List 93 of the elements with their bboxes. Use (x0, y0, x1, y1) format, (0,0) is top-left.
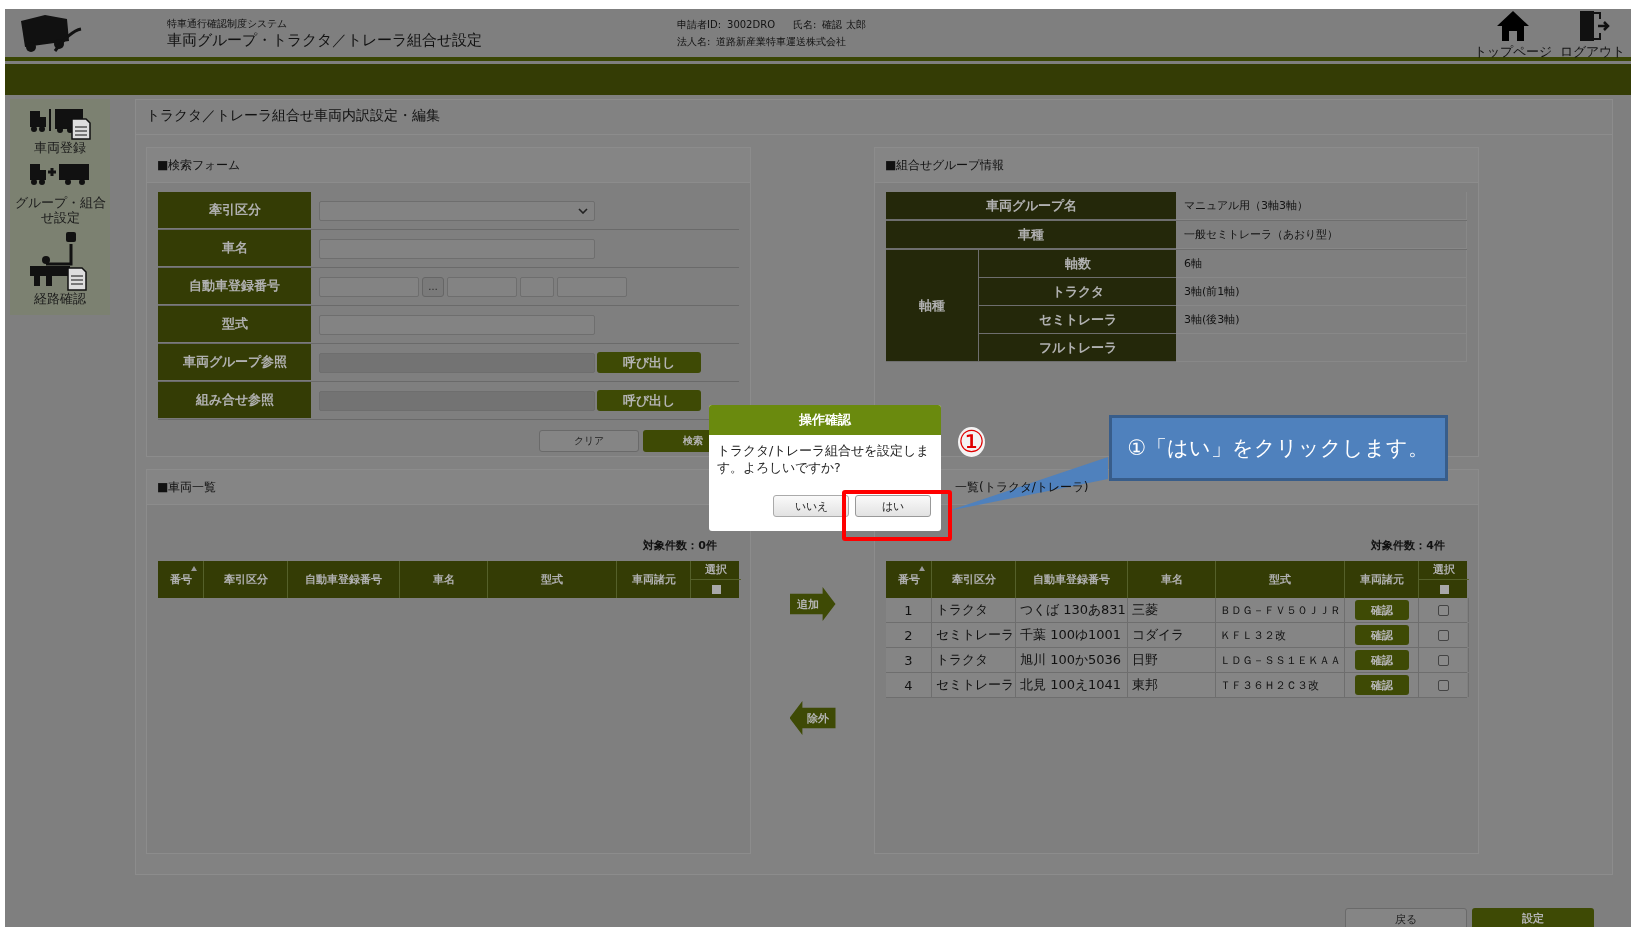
section-title: ■車両一覧 (157, 480, 217, 494)
field-label: 自動車登録番号 (158, 268, 311, 305)
back-button[interactable]: 戻る (1345, 908, 1467, 927)
remove-arrow-button[interactable]: 除外 (789, 701, 836, 735)
column-header: 番号 (158, 561, 204, 598)
table-cell: トラクタ (932, 598, 1016, 622)
row-checkbox[interactable] (1438, 654, 1449, 666)
info-value: 6軸 (1176, 250, 1467, 278)
row-checkbox[interactable] (1438, 679, 1449, 691)
table-cell: コダイラ (1128, 623, 1216, 647)
ellipsis-button[interactable]: … (422, 276, 444, 297)
add-arrow-button[interactable]: 追加 (789, 587, 836, 621)
clear-button[interactable]: クリア (539, 430, 639, 452)
table-cell: つくば 130あ831 (1016, 598, 1128, 622)
confirm-button[interactable]: 確認 (1354, 600, 1409, 620)
page-title: 車両グループ・トラクタ／トレーラ組合せ設定 (167, 30, 482, 50)
confirm-button[interactable]: 確認 (1354, 625, 1409, 645)
sort-arrow-icon (191, 566, 197, 571)
confirm-button[interactable]: 確認 (1354, 675, 1409, 695)
info-label: セミトレーラ (979, 306, 1176, 334)
no-button[interactable]: いいえ (773, 495, 849, 517)
applicant-id: 3002DRO (727, 18, 775, 30)
column-header: 牽引区分 (204, 561, 288, 598)
table-cell: 4 (886, 673, 932, 697)
home-icon (1496, 9, 1530, 43)
yes-button[interactable]: はい (855, 495, 931, 517)
callout-box: ①「はい」をクリックします。 (1109, 415, 1448, 481)
info-label: トラクタ (979, 278, 1176, 306)
chevron-down-icon (578, 207, 588, 214)
info-label: フルトレーラ (979, 334, 1176, 362)
info-label: 車種 (886, 221, 1176, 249)
field-label: 牽引区分 (158, 192, 311, 229)
column-header: 車両諸元 (617, 561, 691, 598)
table-cell: ＫＦＬ３２改 (1216, 623, 1345, 647)
column-header: 自動車登録番号 (288, 561, 400, 598)
name-label: 氏名: (793, 18, 817, 30)
select-all-checkbox[interactable] (711, 584, 721, 594)
info-value: 3軸(後3軸) (1176, 306, 1467, 334)
table-cell: 1 (886, 598, 932, 622)
content-title: トラクタ／トレーラ組合せ車両内訳設定・編集 (136, 100, 1612, 135)
info-label: 軸種 (886, 250, 979, 362)
system-name: 特車通行確認制度システム (167, 16, 287, 31)
row-checkbox[interactable] (1438, 629, 1449, 641)
table-cell: ＢＤＧ－ＦＶ５０ＪＪＲ (1216, 598, 1345, 622)
call-button[interactable]: 呼び出し (597, 352, 701, 373)
call-button[interactable]: 呼び出し (597, 390, 701, 411)
section-title: ■組合せグループ情報 (885, 158, 1005, 172)
table-cell: 3 (886, 648, 932, 672)
table-cell: ＬＤＧ－ＳＳ１ＥＫＡＡ (1216, 648, 1345, 672)
row-checkbox[interactable] (1438, 604, 1449, 616)
column-header: 型式 (488, 561, 617, 598)
info-value: 一般セミトレーラ（あおり型） (1176, 221, 1467, 249)
field-label: 組み合せ参照 (158, 382, 311, 419)
confirm-button[interactable]: 確認 (1354, 650, 1409, 670)
sidebar-item[interactable]: 経路確認 (28, 229, 92, 307)
corporation-label: 法人名: (677, 35, 711, 47)
select-field[interactable] (319, 200, 595, 221)
table-cell: ＴＦ３６Ｈ２Ｃ３改 (1216, 673, 1345, 697)
field-label: 車名 (158, 230, 311, 267)
table-cell: 東邦 (1128, 673, 1216, 697)
corporation-name: 道路新産業特車運送株式会社 (716, 35, 847, 47)
table-cell: 三菱 (1128, 598, 1216, 622)
table-cell: トラクタ (932, 648, 1016, 672)
table-cell: セミトレーラ (932, 623, 1016, 647)
field-label: 型式 (158, 306, 311, 343)
sort-arrow-icon (919, 566, 925, 571)
info-label: 車両グループ名 (886, 192, 1176, 220)
select-all-checkbox[interactable] (1439, 584, 1449, 594)
table-cell: セミトレーラ (932, 673, 1016, 697)
logout-link[interactable]: ログアウト (1560, 9, 1625, 61)
info-value: マニュアル用（3軸3軸） (1176, 192, 1467, 220)
dialog-title: 操作確認 (709, 405, 941, 435)
set-button[interactable]: 設定 (1472, 908, 1594, 927)
applicant-id-label: 申請者ID: (677, 18, 722, 30)
result-count: 対象件数：0件 (642, 538, 718, 554)
column-header: 車名 (400, 561, 488, 598)
table-cell: 旭川 100か5036 (1016, 648, 1128, 672)
info-value: 3軸(前1軸) (1176, 278, 1467, 306)
column-header: 選択 (691, 561, 741, 580)
result-count: 対象件数：4件 (1370, 538, 1446, 554)
user-name: 確認 太郎 (822, 18, 866, 30)
sidebar-item[interactable]: 車両登録 (28, 105, 92, 156)
section-title: ■検索フォーム (157, 158, 241, 172)
column-header: 選択 (1419, 561, 1469, 580)
info-label: 軸数 (979, 250, 1176, 278)
sidebar-item[interactable]: グループ・組合せ設定 (10, 159, 110, 226)
table-cell: 2 (886, 623, 932, 647)
table-cell: 千葉 100ゆ1001 (1016, 623, 1128, 647)
table-cell: 北見 100え1041 (1016, 673, 1128, 697)
field-label: 車両グループ参照 (158, 344, 311, 381)
home-link[interactable]: トップページ (1474, 9, 1552, 61)
table-cell: 日野 (1128, 648, 1216, 672)
section-title: 一覧(トラクタ/トレーラ) (955, 480, 1089, 494)
